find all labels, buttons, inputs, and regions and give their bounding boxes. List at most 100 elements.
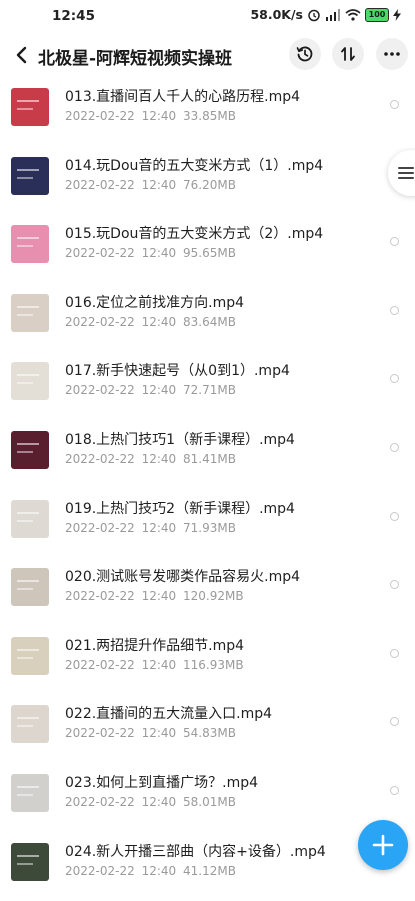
file-size: 72.71MB: [183, 383, 236, 398]
file-time: 12:40: [141, 863, 177, 878]
history-clock-icon: [296, 46, 313, 62]
file-date: 2022-02-22: [65, 314, 135, 329]
file-row[interactable]: 014.玩Dou音的五大变米方式（1）.mp4 2022-02-22 12:40…: [0, 147, 415, 216]
file-name: 014.玩Dou音的五大变米方式（1）.mp4: [65, 157, 324, 174]
more-button[interactable]: [376, 38, 408, 70]
file-meta: 2022-02-22 12:40 41.12MB: [65, 864, 236, 878]
file-time: 12:40: [141, 657, 177, 672]
file-size: 120.92MB: [183, 589, 244, 604]
file-row[interactable]: 020.测试账号发哪类作品容易火.mp4 2022-02-22 12:40 12…: [0, 558, 415, 627]
file-row[interactable]: 023.如何上到直播广场？.mp4 2022-02-22 12:40 58.01…: [0, 764, 415, 833]
file-name: 021.两招提升作品细节.mp4: [65, 637, 245, 654]
back-button[interactable]: [8, 40, 34, 70]
file-size: 33.85MB: [183, 109, 236, 123]
video-thumbnail: [11, 774, 49, 812]
file-size: 58.01MB: [183, 795, 236, 809]
select-radio[interactable]: [390, 100, 399, 109]
select-radio[interactable]: [390, 580, 399, 590]
wifi-icon: [345, 8, 361, 21]
file-row[interactable]: 021.两招提升作品细节.mp4 2022-02-22 12:40 116.93…: [0, 627, 415, 696]
file-row[interactable]: 018.上热门技巧1（新手课程）.mp4 2022-02-22 12:40 81…: [0, 421, 415, 490]
file-meta: 2022-02-22 12:40 72.71MB: [65, 383, 236, 397]
file-meta: 2022-02-22 12:40 58.01MB: [65, 795, 236, 809]
file-time: 12:40: [141, 520, 177, 535]
file-time: 12:40: [141, 726, 177, 741]
select-radio[interactable]: [390, 717, 399, 727]
file-meta: 2022-02-22 12:40 83.64MB: [65, 315, 236, 329]
file-date: 2022-02-22: [65, 452, 135, 466]
file-size: 116.93MB: [183, 657, 244, 672]
file-date: 2022-02-22: [65, 383, 135, 398]
sort-arrows-icon: [341, 47, 355, 61]
alarm-icon: [307, 8, 321, 22]
file-name: 015.玩Dou音的五大变米方式（2）.mp4: [65, 226, 324, 243]
file-meta: 2022-02-22 12:40 71.93MB: [65, 521, 236, 535]
file-date: 2022-02-22: [65, 246, 135, 261]
file-time: 12:40: [141, 246, 177, 261]
file-row[interactable]: 022.直播间的五大流量入口.mp4 2022-02-22 12:40 54.8…: [0, 695, 415, 764]
file-name: 017.新手快速起号（从0到1）.mp4: [65, 363, 290, 380]
file-size: 71.93MB: [183, 520, 236, 535]
file-date: 2022-02-22: [65, 589, 135, 604]
file-row[interactable]: 019.上热门技巧2（新手课程）.mp4 2022-02-22 12:40 71…: [0, 490, 415, 559]
add-fab-button[interactable]: [358, 820, 408, 870]
file-meta: 2022-02-22 12:40 33.85MB: [65, 109, 236, 123]
file-time: 12:40: [141, 795, 177, 809]
file-row[interactable]: 015.玩Dou音的五大变米方式（2）.mp4 2022-02-22 12:40…: [0, 215, 415, 284]
page-title: 北极星-阿辉短视频实操班: [38, 49, 233, 69]
file-size: 95.65MB: [183, 246, 236, 261]
file-time: 12:40: [141, 177, 177, 192]
file-meta: 2022-02-22 12:40 116.93MB: [65, 658, 244, 672]
more-dots-icon: [384, 52, 400, 56]
select-radio[interactable]: [390, 237, 399, 247]
status-indicators: 58.0K/s 100: [250, 7, 401, 22]
select-radio[interactable]: [390, 374, 399, 384]
status-time: 12:45: [52, 8, 95, 24]
file-date: 2022-02-22: [65, 726, 135, 741]
file-size: 83.64MB: [183, 314, 236, 329]
file-row[interactable]: 016.定位之前找准方向.mp4 2022-02-22 12:40 83.64M…: [0, 284, 415, 353]
charging-icon: [393, 8, 401, 21]
file-meta: 2022-02-22 12:40 76.20MB: [65, 178, 236, 192]
file-size: 76.20MB: [183, 177, 236, 192]
file-time: 12:40: [141, 383, 177, 398]
file-row[interactable]: 024.新人开播三部曲（内容+设备）.mp4 2022-02-22 12:40 …: [0, 833, 415, 901]
status-bar: 12:45 58.0K/s 100: [0, 0, 415, 32]
file-meta: 2022-02-22 12:40 120.92MB: [65, 589, 244, 603]
file-date: 2022-02-22: [65, 177, 135, 192]
video-thumbnail: [11, 362, 49, 401]
file-name: 019.上热门技巧2（新手课程）.mp4: [65, 500, 295, 517]
file-date: 2022-02-22: [65, 795, 135, 809]
video-thumbnail: [11, 88, 49, 126]
video-thumbnail: [11, 636, 49, 675]
video-thumbnail: [11, 705, 49, 744]
video-thumbnail: [11, 431, 49, 469]
file-name: 023.如何上到直播广场？.mp4: [65, 775, 259, 791]
file-size: 41.12MB: [183, 863, 236, 878]
app-header: 北极星-阿辉短视频实操班: [0, 32, 415, 78]
sort-button[interactable]: [332, 38, 364, 70]
file-size: 54.83MB: [183, 726, 236, 741]
file-meta: 2022-02-22 12:40 95.65MB: [65, 246, 236, 260]
select-radio[interactable]: [390, 511, 399, 521]
select-radio[interactable]: [390, 648, 399, 658]
file-name: 018.上热门技巧1（新手课程）.mp4: [65, 432, 295, 448]
file-row[interactable]: 013.直播间百人千人的心路历程.mp4 2022-02-22 12:40 33…: [0, 78, 415, 147]
video-thumbnail: [11, 225, 49, 264]
history-button[interactable]: [289, 38, 321, 70]
plus-icon: [372, 834, 394, 856]
file-date: 2022-02-22: [65, 520, 135, 535]
file-date: 2022-02-22: [65, 657, 135, 672]
select-radio[interactable]: [390, 305, 399, 315]
file-name: 022.直播间的五大流量入口.mp4: [65, 706, 273, 723]
file-time: 12:40: [141, 589, 177, 604]
select-radio[interactable]: [390, 443, 399, 452]
file-time: 12:40: [141, 452, 177, 466]
file-row[interactable]: 017.新手快速起号（从0到1）.mp4 2022-02-22 12:40 72…: [0, 352, 415, 421]
video-thumbnail: [11, 842, 49, 881]
file-date: 2022-02-22: [65, 863, 135, 878]
video-thumbnail: [11, 293, 49, 332]
file-meta: 2022-02-22 12:40 54.83MB: [65, 726, 236, 740]
video-thumbnail: [11, 568, 49, 607]
select-radio[interactable]: [390, 786, 399, 795]
